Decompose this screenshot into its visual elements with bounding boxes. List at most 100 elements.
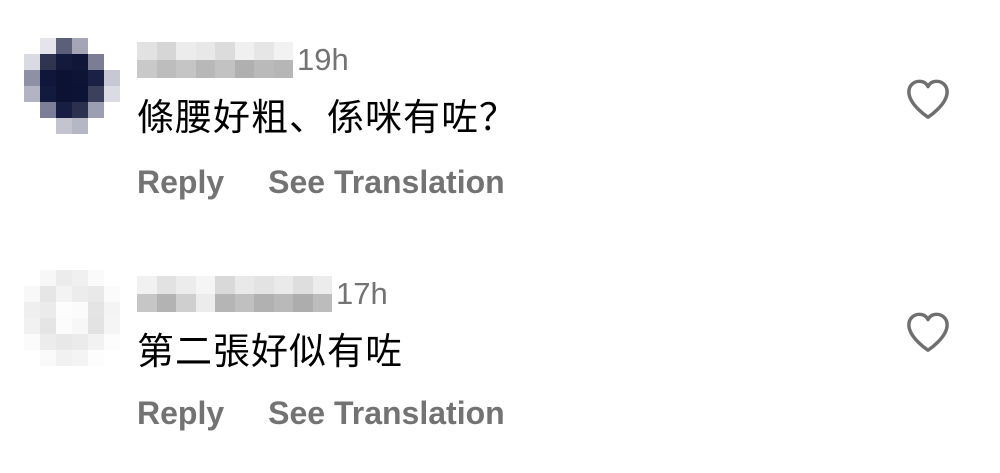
avatar-pixel	[40, 86, 56, 102]
avatar-pixel	[88, 270, 104, 286]
username-pixel	[137, 294, 157, 312]
username-pixel	[176, 294, 196, 312]
avatar-pixel	[40, 70, 56, 86]
avatar-pixel	[88, 350, 104, 366]
username-pixel	[215, 276, 235, 294]
username-pixel	[176, 60, 196, 78]
username-pixel	[195, 42, 215, 60]
username-pixel	[254, 276, 274, 294]
avatar-pixel	[56, 302, 72, 318]
avatar-pixel	[88, 86, 104, 102]
username-pixel	[254, 42, 274, 60]
comment-text: 第二張好似有咗	[137, 330, 403, 373]
heart-icon[interactable]	[905, 310, 951, 354]
avatar-pixel	[56, 286, 72, 302]
username-pixel	[176, 276, 196, 294]
see-translation-button[interactable]: See Translation	[268, 160, 505, 204]
username-blurred[interactable]	[137, 276, 332, 312]
username-pixel	[273, 294, 293, 312]
heart-icon[interactable]	[905, 77, 951, 121]
avatar-pixel	[104, 54, 120, 70]
avatar-pixel	[72, 286, 88, 302]
avatar-pixel	[56, 334, 72, 350]
username-pixel	[176, 42, 196, 60]
avatar-pixel	[104, 318, 120, 334]
avatar-pixel	[88, 54, 104, 70]
avatar-pixel	[24, 350, 40, 366]
avatar-pixel	[24, 286, 40, 302]
avatar-pixel	[88, 286, 104, 302]
comment-text: 條腰好粗、係咪有咗？	[137, 96, 517, 139]
avatar-pixel	[88, 302, 104, 318]
username-blurred[interactable]	[137, 42, 293, 78]
avatar-pixel	[24, 118, 40, 134]
username-pixel	[215, 60, 235, 78]
avatar-pixel	[56, 270, 72, 286]
username-pixel	[234, 60, 254, 78]
avatar-pixel	[88, 118, 104, 134]
username-pixel	[156, 60, 176, 78]
avatar-pixel	[72, 334, 88, 350]
username-pixel	[234, 294, 254, 312]
avatar-pixel	[72, 70, 88, 86]
username-pixel	[215, 42, 235, 60]
avatar-pixel	[24, 70, 40, 86]
username-pixel	[293, 294, 313, 312]
username-pixel	[234, 276, 254, 294]
username-pixel	[293, 276, 313, 294]
avatar-pixel	[40, 334, 56, 350]
username-pixel	[273, 42, 293, 60]
avatar-pixel	[24, 270, 40, 286]
username-pixel	[195, 276, 215, 294]
username-pixel	[254, 294, 274, 312]
username-pixel	[137, 60, 157, 78]
avatar-pixel	[24, 102, 40, 118]
avatar-pixel	[72, 86, 88, 102]
comment-actions: Reply See Translation	[137, 391, 505, 435]
comment-item: 17h 第二張好似有咗 Reply See Translation	[0, 232, 1000, 432]
username-pixel	[273, 60, 293, 78]
avatar-pixel	[24, 334, 40, 350]
avatar-pixel	[72, 118, 88, 134]
avatar-pixel	[40, 38, 56, 54]
avatar-pixel	[40, 318, 56, 334]
avatar-pixel	[104, 350, 120, 366]
username-pixel	[312, 276, 332, 294]
avatar-pixel	[24, 38, 40, 54]
avatar-pixel	[40, 54, 56, 70]
avatar[interactable]	[24, 38, 120, 134]
avatar-pixel	[56, 118, 72, 134]
username-pixel	[137, 42, 157, 60]
avatar-pixel	[56, 102, 72, 118]
avatar-pixel	[40, 350, 56, 366]
avatar-pixel	[104, 86, 120, 102]
username-pixel	[156, 42, 176, 60]
avatar-pixel	[72, 270, 88, 286]
comment-actions: Reply See Translation	[137, 160, 505, 204]
username-pixel	[273, 276, 293, 294]
comment-timestamp: 17h	[336, 276, 388, 311]
username-pixel	[215, 294, 235, 312]
avatar-pixel	[72, 302, 88, 318]
avatar-pixel	[104, 102, 120, 118]
reply-button[interactable]: Reply	[137, 160, 224, 204]
avatar-pixel	[88, 102, 104, 118]
avatar-pixel	[88, 318, 104, 334]
username-pixel	[234, 42, 254, 60]
username-pixel	[156, 294, 176, 312]
avatar-pixel	[104, 286, 120, 302]
avatar-pixel	[40, 118, 56, 134]
username-pixel	[312, 294, 332, 312]
see-translation-button[interactable]: See Translation	[268, 391, 505, 435]
avatar-pixel	[56, 350, 72, 366]
avatar-pixel	[24, 54, 40, 70]
avatar-pixel	[40, 286, 56, 302]
avatar-pixel	[24, 302, 40, 318]
avatar-pixel	[56, 318, 72, 334]
avatar[interactable]	[24, 270, 120, 366]
avatar-pixel	[56, 54, 72, 70]
avatar-pixel	[72, 38, 88, 54]
username-pixel	[195, 294, 215, 312]
reply-button[interactable]: Reply	[137, 391, 224, 435]
avatar-pixel	[72, 350, 88, 366]
